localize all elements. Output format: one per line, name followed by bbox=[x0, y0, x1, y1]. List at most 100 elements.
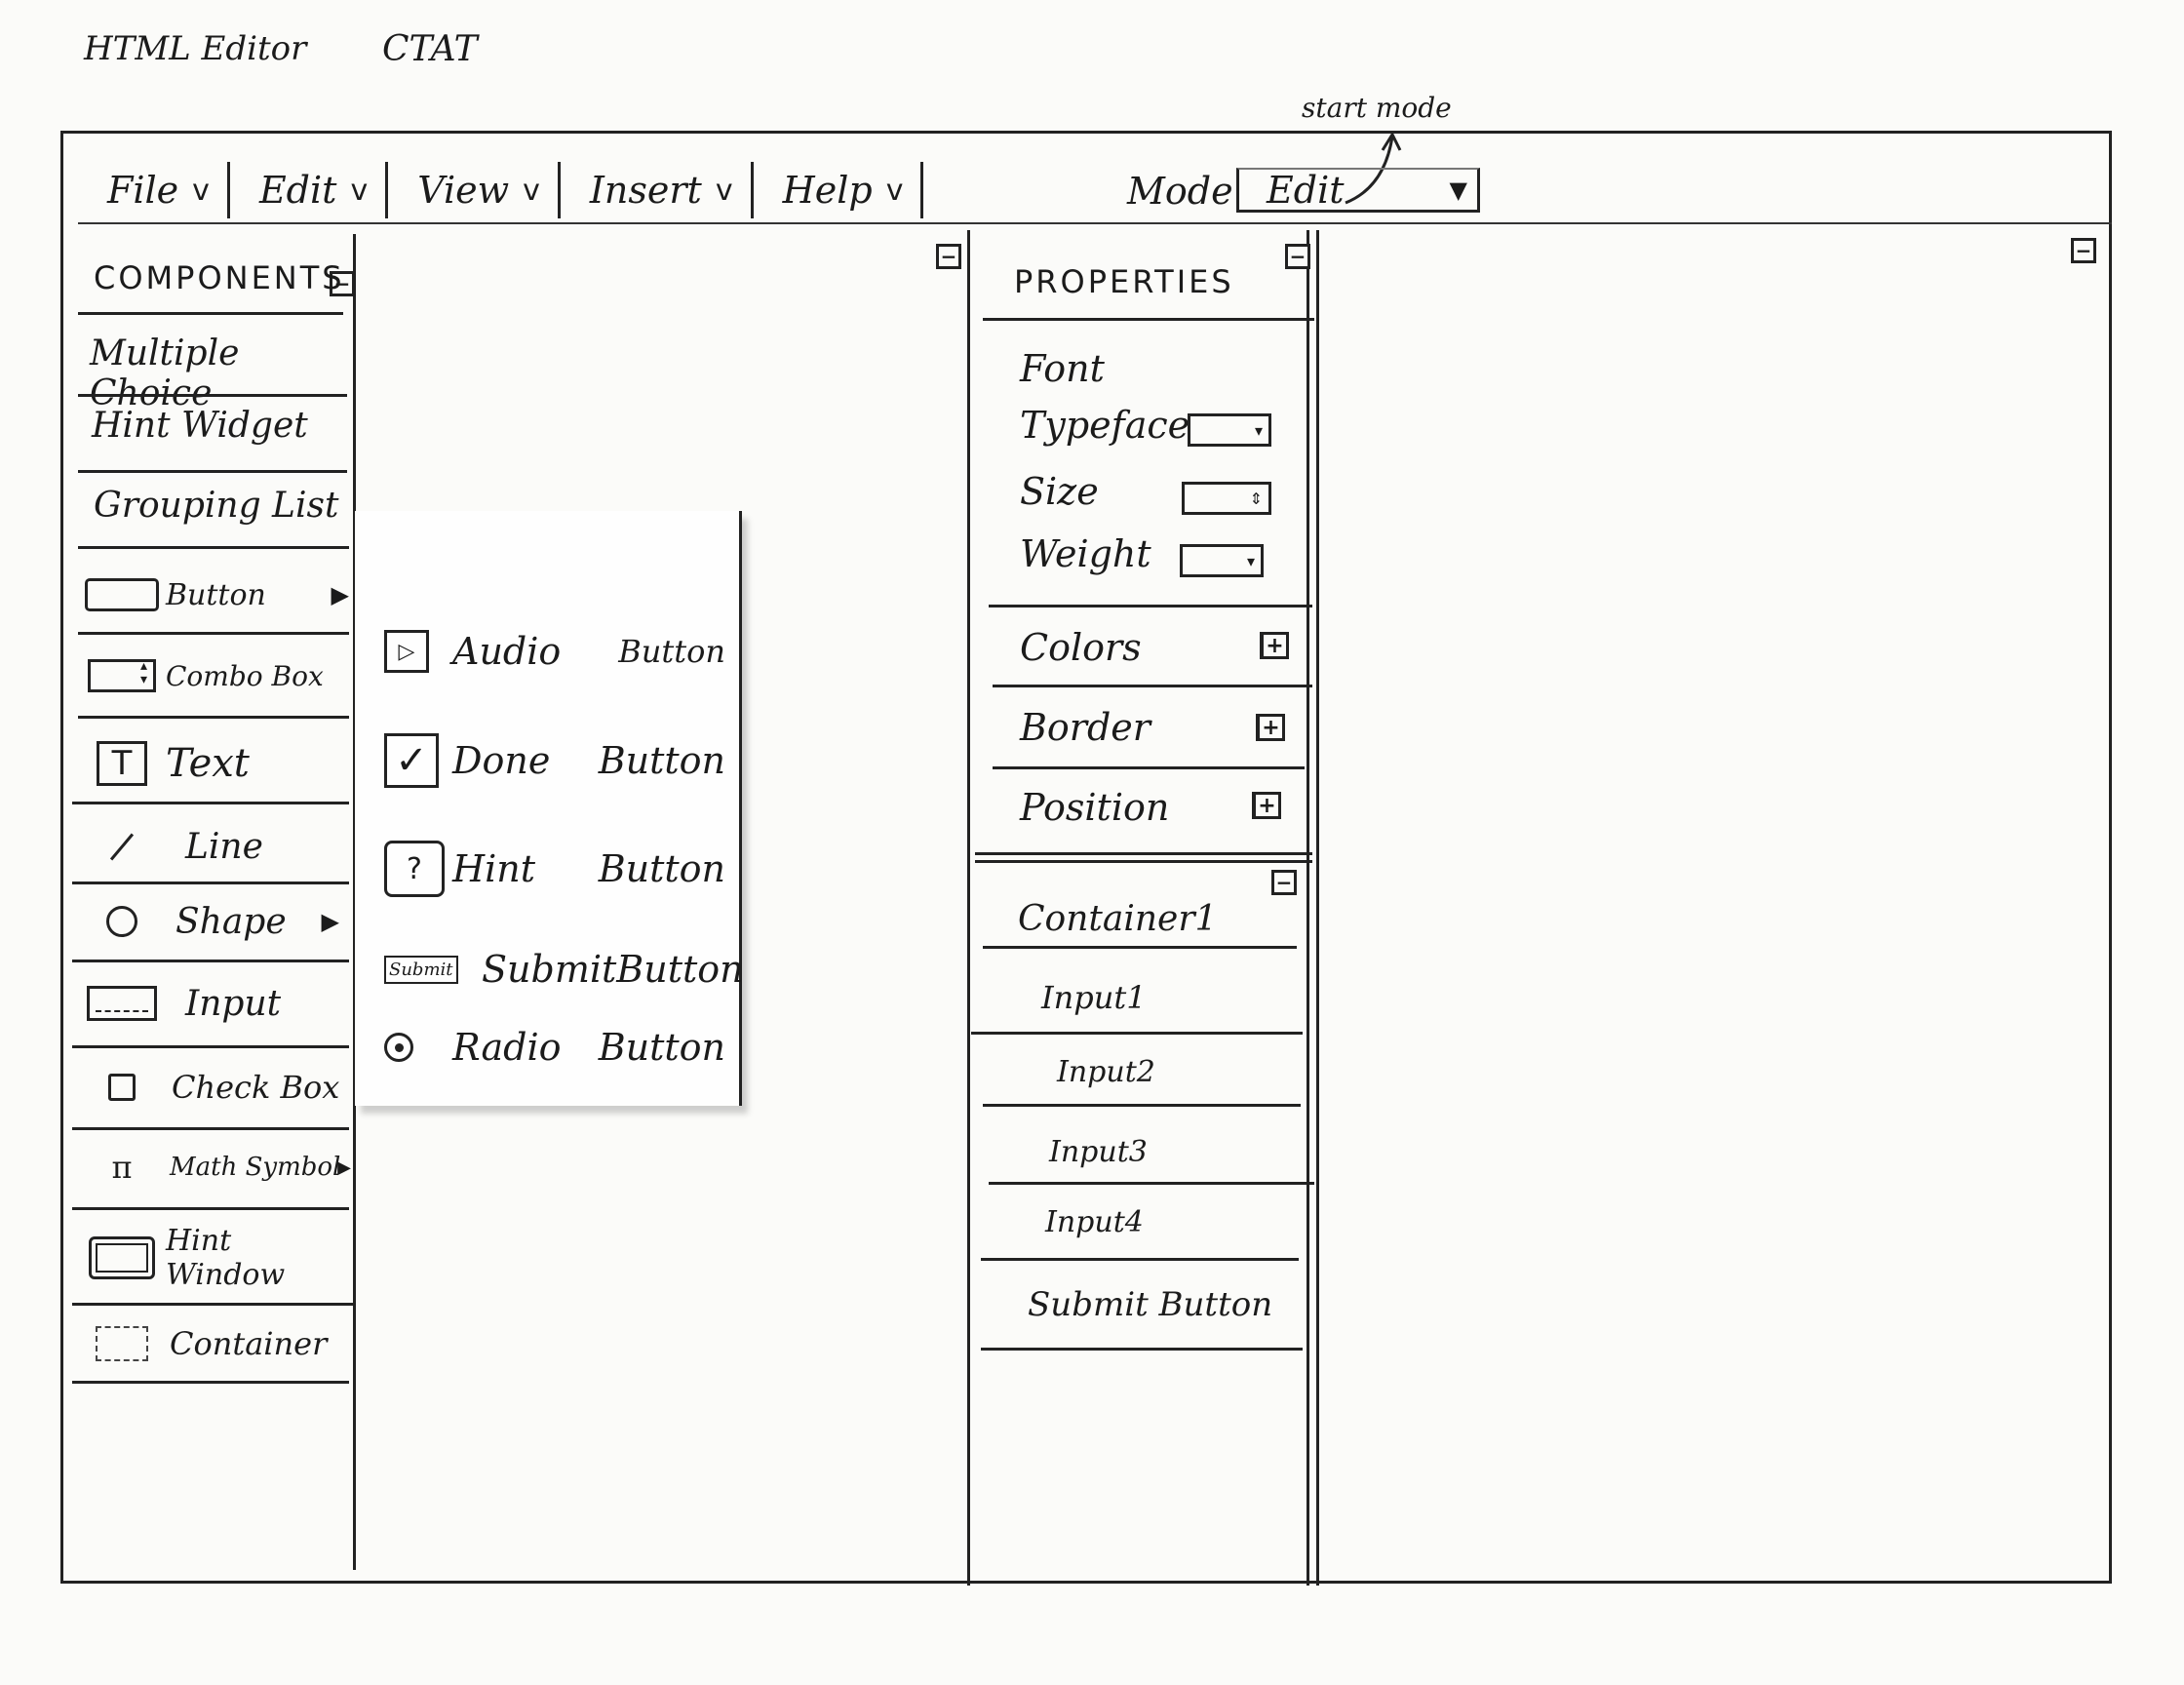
tree-item[interactable]: Input2 bbox=[1057, 1055, 1155, 1089]
menu-file[interactable]: File v bbox=[78, 162, 230, 218]
component-combo-box[interactable]: Combo Box bbox=[78, 647, 353, 704]
container-icon bbox=[78, 1326, 166, 1361]
component-label: Check Box bbox=[172, 1069, 340, 1106]
divider bbox=[78, 470, 347, 473]
submenu-item-word: Button bbox=[616, 948, 744, 991]
menu-file-label: File bbox=[107, 169, 179, 212]
submenu-radio-button[interactable]: Radio Button bbox=[384, 1018, 735, 1077]
divider bbox=[981, 1258, 1299, 1261]
component-label: Button bbox=[166, 577, 266, 612]
circle-icon bbox=[78, 906, 166, 937]
tree-item[interactable]: Submit Button bbox=[1028, 1285, 1272, 1324]
submenu-item-word: Button bbox=[598, 739, 725, 782]
submenu-done-button[interactable]: ✓ Done Button bbox=[384, 729, 735, 792]
mode-select[interactable]: Edit ▼ bbox=[1236, 168, 1480, 213]
divider bbox=[72, 1207, 349, 1210]
chevron-down-icon: v bbox=[523, 173, 540, 208]
component-line[interactable]: Line bbox=[78, 817, 353, 876]
position-expand-button[interactable]: + bbox=[1252, 792, 1281, 819]
menu-divider bbox=[78, 222, 2112, 224]
component-grouping-list[interactable]: Grouping List bbox=[78, 486, 369, 526]
menu-view[interactable]: View v bbox=[388, 162, 561, 218]
menu-bar: File v Edit v View v Insert v Help v bbox=[78, 156, 924, 224]
app-title: HTML Editor bbox=[84, 29, 307, 68]
properties-tree-divider-bottom bbox=[975, 860, 1312, 863]
chevron-down-icon: v bbox=[885, 173, 904, 208]
submenu-item-word: Hint bbox=[452, 847, 536, 890]
component-label: Hint Widget bbox=[92, 406, 308, 446]
tree-item[interactable]: Input1 bbox=[1041, 979, 1147, 1016]
button-icon bbox=[78, 578, 166, 611]
submenu-arrow-icon: ▶ bbox=[337, 1156, 351, 1178]
component-shape[interactable]: Shape ▶ bbox=[78, 891, 353, 952]
menu-help[interactable]: Help v bbox=[754, 162, 924, 218]
component-label: Grouping List bbox=[94, 486, 339, 526]
divider bbox=[72, 1127, 349, 1130]
preview-collapse-button[interactable]: − bbox=[2071, 238, 2096, 263]
weight-select[interactable]: ▾ bbox=[1180, 544, 1264, 577]
divider bbox=[72, 1303, 355, 1306]
chevron-down-icon: v bbox=[350, 173, 369, 208]
divider bbox=[989, 605, 1312, 607]
colors-expand-button[interactable]: + bbox=[1260, 632, 1289, 659]
component-multiple-choice[interactable]: Multiple Choice bbox=[78, 333, 365, 413]
canvas-panel-border bbox=[967, 230, 970, 1586]
menu-edit[interactable]: Edit v bbox=[230, 162, 389, 218]
border-expand-button[interactable]: + bbox=[1256, 714, 1285, 741]
colors-section-label[interactable]: Colors bbox=[1020, 626, 1142, 669]
canvas-collapse-button[interactable]: − bbox=[936, 244, 961, 269]
tree-item-root[interactable]: Container1 bbox=[1018, 899, 1217, 939]
components-header: COMPONENTS bbox=[94, 259, 345, 296]
typeface-select[interactable]: ▾ bbox=[1188, 413, 1271, 447]
typeface-label: Typeface bbox=[1020, 404, 1190, 447]
properties-panel-border-right bbox=[1316, 230, 1319, 1586]
app-subtitle: CTAT bbox=[382, 29, 478, 69]
submenu-item-word: Button bbox=[598, 847, 725, 890]
component-hint-widget[interactable]: Hint Widget bbox=[78, 406, 367, 446]
radio-icon bbox=[384, 1033, 452, 1062]
component-hint-window[interactable]: Hint Window bbox=[78, 1224, 353, 1292]
submenu-item-word: Submit bbox=[482, 948, 617, 991]
component-text[interactable]: T Text bbox=[78, 733, 353, 794]
menu-insert[interactable]: Insert v bbox=[561, 162, 754, 218]
properties-tree-divider-top bbox=[975, 852, 1312, 855]
font-section-label: Font bbox=[1020, 347, 1105, 390]
menu-edit-label: Edit bbox=[258, 169, 337, 212]
pi-icon: π bbox=[111, 1149, 133, 1186]
component-input[interactable]: Input bbox=[78, 971, 353, 1036]
mode-label: Mode bbox=[1127, 170, 1233, 213]
dropdown-arrow-icon: ▼ bbox=[1449, 176, 1467, 204]
tree-item[interactable]: Input4 bbox=[1045, 1205, 1144, 1239]
component-button[interactable]: Button ▶ bbox=[78, 566, 353, 624]
component-label: Line bbox=[185, 826, 263, 867]
line-icon bbox=[78, 833, 166, 860]
component-math-symbol[interactable]: π Math Symbol ▶ bbox=[78, 1139, 353, 1195]
size-stepper[interactable]: ⇕ bbox=[1182, 482, 1271, 515]
divider bbox=[993, 766, 1305, 769]
divider bbox=[981, 1348, 1303, 1351]
border-section-label[interactable]: Border bbox=[1020, 706, 1150, 749]
position-section-label[interactable]: Position bbox=[1020, 786, 1169, 829]
tree-item[interactable]: Input3 bbox=[1049, 1135, 1148, 1169]
mode-select-value: Edit bbox=[1267, 168, 1345, 212]
chevron-down-icon: v bbox=[715, 173, 733, 208]
component-container[interactable]: Container bbox=[78, 1314, 353, 1373]
component-label: Hint Window bbox=[166, 1224, 286, 1292]
tree-collapse-button[interactable]: − bbox=[1271, 870, 1297, 895]
chevron-down-icon: v bbox=[192, 173, 210, 208]
submenu-item-word: Button bbox=[618, 633, 725, 670]
divider bbox=[72, 802, 349, 804]
play-icon: ▷ bbox=[384, 630, 452, 673]
checkbox-icon bbox=[78, 1074, 166, 1101]
divider bbox=[78, 546, 349, 549]
divider bbox=[78, 394, 347, 397]
window-icon bbox=[78, 1236, 166, 1279]
submenu-submit-button[interactable]: Submit Submit Button bbox=[384, 942, 744, 997]
menu-insert-label: Insert bbox=[589, 169, 702, 212]
properties-collapse-button[interactable]: − bbox=[1285, 244, 1310, 269]
divider bbox=[78, 716, 349, 719]
submenu-audio-button[interactable]: ▷ Audio Button bbox=[384, 624, 735, 679]
menu-view-label: View bbox=[417, 169, 510, 212]
submenu-hint-button[interactable]: ? Hint Button bbox=[384, 837, 735, 901]
component-check-box[interactable]: Check Box bbox=[78, 1057, 353, 1117]
